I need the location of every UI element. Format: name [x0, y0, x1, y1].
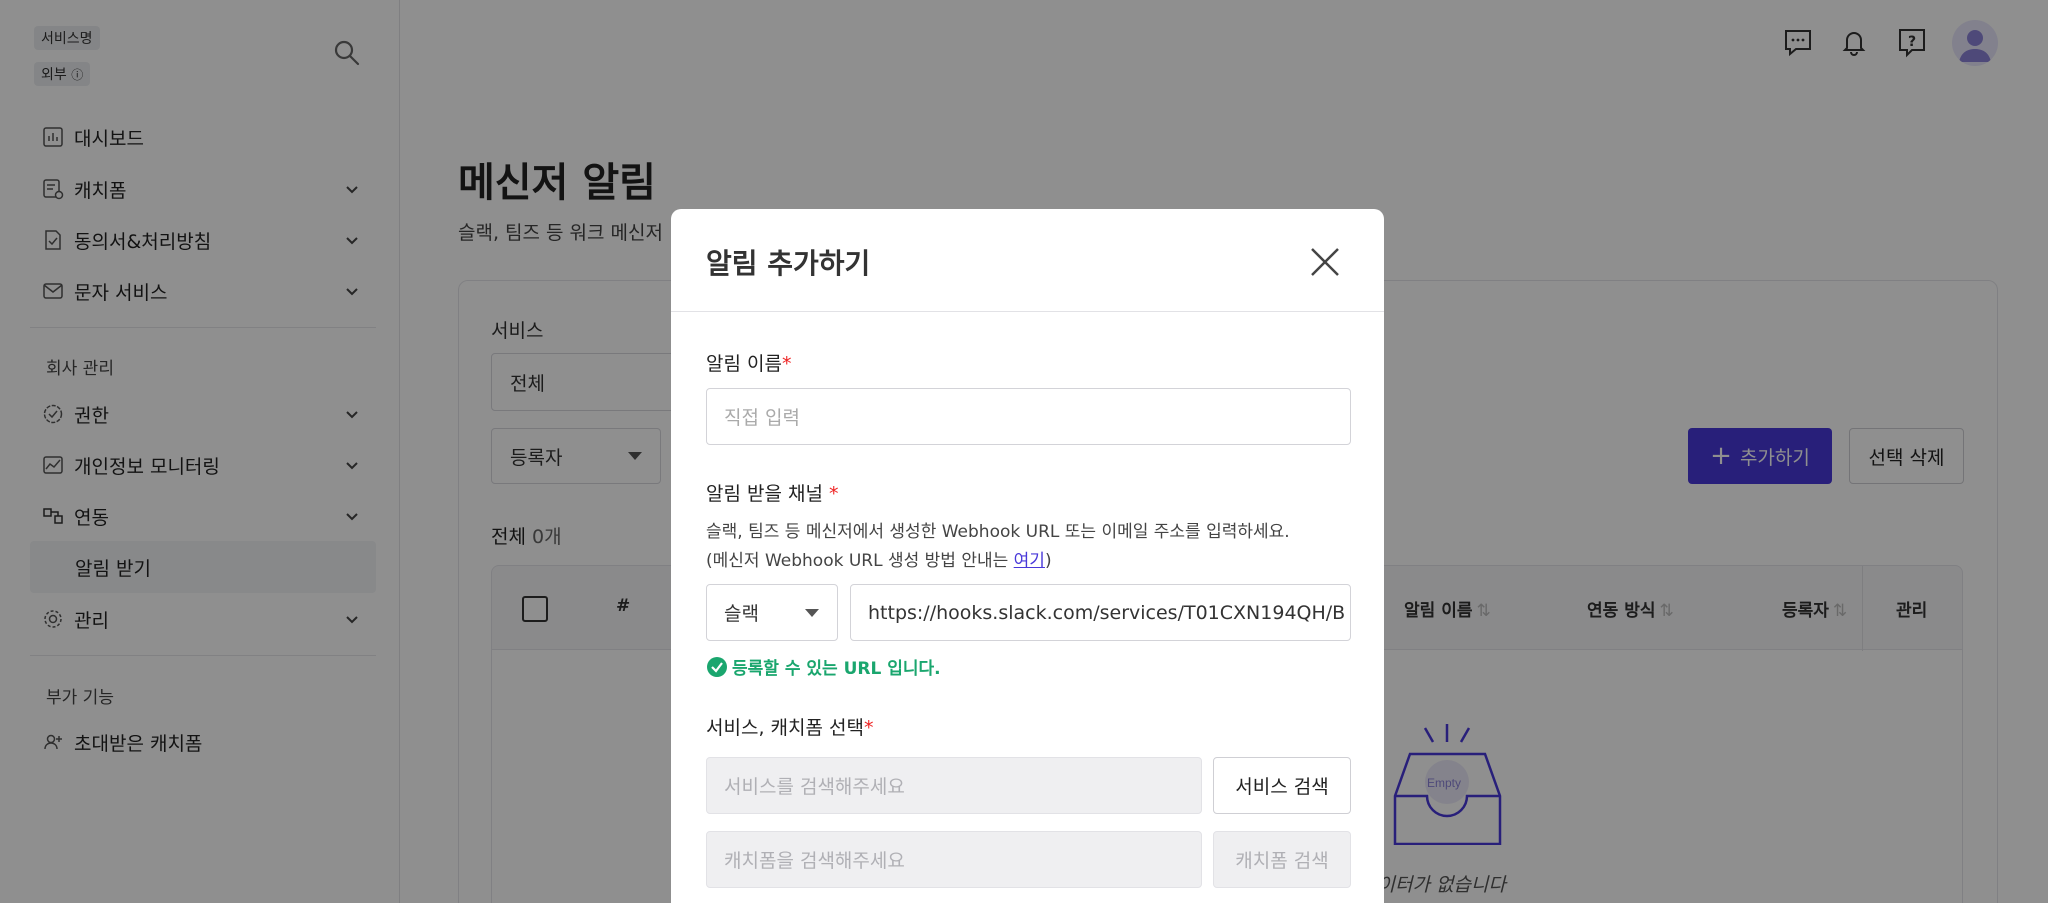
channel-label: 알림 받을 채널 * — [706, 479, 839, 506]
channel-type-value: 슬랙 — [724, 603, 759, 625]
alert-name-input[interactable]: 직접 입력 — [706, 388, 1351, 445]
close-icon[interactable] — [1308, 245, 1342, 279]
required-mark: * — [781, 353, 792, 375]
service-catchform-label: 서비스, 캐치폼 선택* — [706, 713, 873, 740]
channel-help-prefix: (메신저 Webhook URL 생성 방법 안내는 — [706, 551, 1014, 571]
url-valid-text: 등록할 수 있는 URL 입니다. — [732, 659, 941, 679]
channel-label-text: 알림 받을 채널 — [706, 483, 823, 505]
check-circle-icon — [706, 656, 728, 678]
channel-type-select[interactable]: 슬랙 — [706, 584, 838, 641]
webhook-url-input[interactable]: https://hooks.slack.com/services/T01CXN1… — [850, 584, 1351, 641]
catchform-search-button[interactable]: 캐치폼 검색 — [1213, 831, 1351, 888]
required-mark: * — [863, 717, 874, 739]
channel-help-suffix: ) — [1044, 551, 1052, 571]
service-catchform-label-text: 서비스, 캐치폼 선택 — [706, 717, 864, 739]
modal-title: 알림 추가하기 — [706, 247, 871, 280]
catchform-search-placeholder: 캐치폼을 검색해주세요 — [724, 850, 905, 872]
url-valid-message: 등록할 수 있는 URL 입니다. — [706, 654, 941, 679]
service-search-input[interactable]: 서비스를 검색해주세요 — [706, 757, 1202, 814]
alert-name-label: 알림 이름* — [706, 349, 791, 376]
required-mark: * — [829, 483, 839, 505]
alert-name-label-text: 알림 이름 — [706, 353, 782, 375]
caret-down-icon — [805, 608, 819, 617]
channel-help-1: 슬랙, 팀즈 등 메신저에서 생성한 Webhook URL 또는 이메일 주소… — [706, 522, 1290, 542]
modal-header: 알림 추가하기 — [671, 209, 1384, 312]
webhook-url-value: https://hooks.slack.com/services/T01CXN1… — [868, 601, 1346, 624]
alert-name-placeholder: 직접 입력 — [724, 407, 800, 429]
add-alert-modal: 알림 추가하기 알림 이름* 직접 입력 알림 받을 채널 * 슬랙, 팀즈 등… — [671, 209, 1384, 903]
channel-help-2: (메신저 Webhook URL 생성 방법 안내는 여기) — [706, 546, 1052, 571]
webhook-guide-link[interactable]: 여기 — [1014, 551, 1045, 571]
service-search-placeholder: 서비스를 검색해주세요 — [724, 776, 905, 798]
catchform-search-input[interactable]: 캐치폼을 검색해주세요 — [706, 831, 1202, 888]
service-search-button[interactable]: 서비스 검색 — [1213, 757, 1351, 814]
